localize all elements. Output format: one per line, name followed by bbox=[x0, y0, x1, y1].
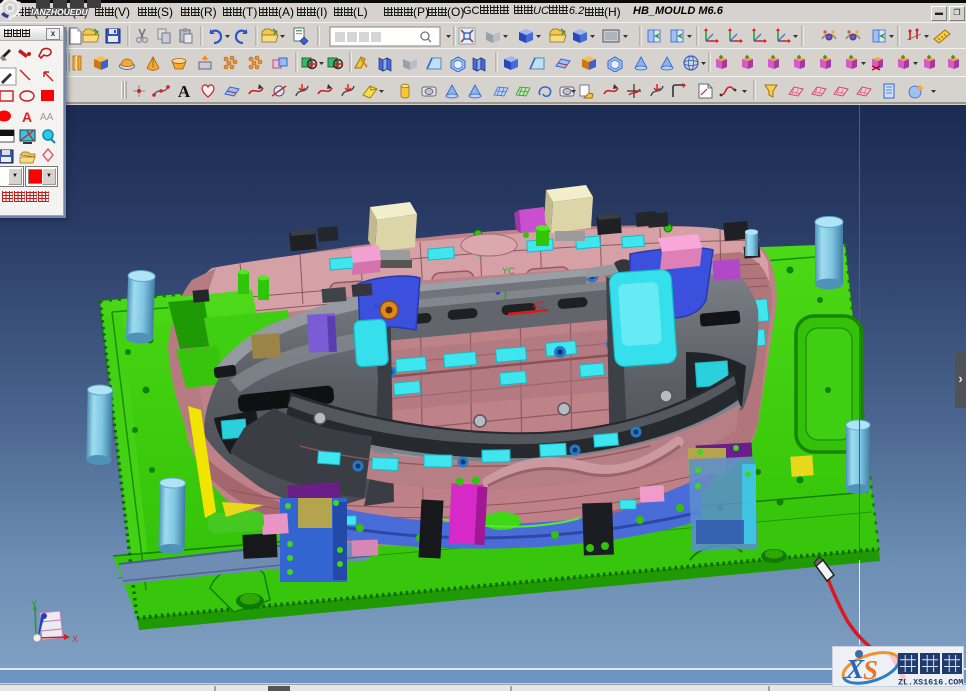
svg-text:X: X bbox=[72, 634, 78, 644]
svg-text:XC: XC bbox=[532, 300, 545, 310]
svg-text:IANZHOUEDU: IANZHOUEDU bbox=[31, 7, 89, 17]
svg-text:X: X bbox=[845, 654, 865, 684]
svg-text:S: S bbox=[863, 655, 878, 685]
svg-text:A: A bbox=[22, 109, 32, 125]
svg-text:YC: YC bbox=[502, 266, 515, 276]
svg-text:AA: AA bbox=[40, 112, 54, 123]
svg-text:ZL.XS1616.COM: ZL.XS1616.COM bbox=[898, 678, 963, 687]
svg-text:Y: Y bbox=[31, 599, 37, 609]
